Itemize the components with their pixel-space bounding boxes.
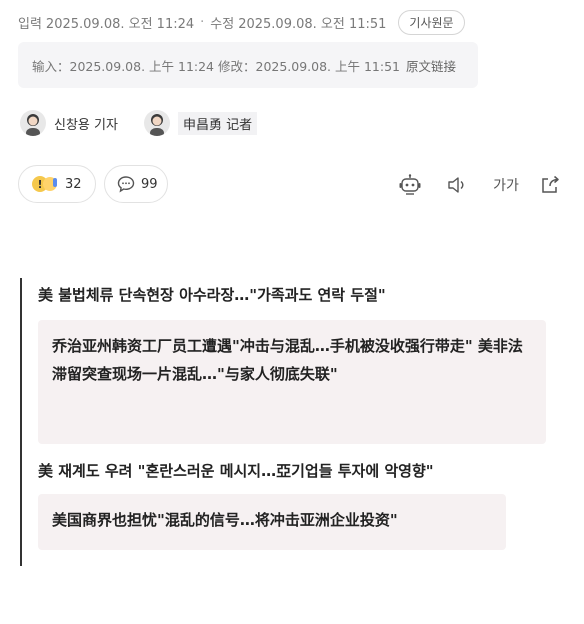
input-date: 2025.09.08. 오전 11:24 (45, 17, 195, 32)
reporter-avatar (20, 110, 46, 136)
comment-count: 99 (141, 176, 158, 192)
reporter-cn[interactable]: 申昌勇 记者 (144, 110, 258, 136)
reaction-icon: ! (31, 173, 59, 195)
modified-label: 수정 (210, 17, 235, 32)
speaker-icon[interactable] (443, 173, 471, 197)
comment-icon (117, 175, 135, 193)
translated-meta-text: 输入：2025.09.08. 上午 11:24 修改：2025.09.08. 上… (32, 58, 400, 74)
reporter-name: 신창용 기자 (54, 117, 118, 133)
font-size-icon[interactable]: 가가 (490, 173, 522, 197)
robot-icon[interactable] (396, 173, 424, 197)
article-toolbar: ! 32 99 가가 (18, 165, 568, 205)
reaction-count: 32 (65, 176, 82, 192)
reporter-ko[interactable]: 신창용 기자 (20, 110, 118, 136)
input-label: 입력 (18, 17, 42, 32)
original-article-button[interactable]: 기사원문 (398, 10, 465, 35)
related-articles: 美 불법체류 단속현장 아수라장…"가족과도 연락 두절" 乔治亚州韩资工厂员工… (20, 278, 552, 566)
article-meta: 입력 2025.09.08. 오전 11:24 · 수정 2025.09.08.… (18, 10, 465, 35)
comment-button[interactable]: 99 (104, 165, 168, 203)
translated-meta-box: 输入：2025.09.08. 上午 11:24 修改：2025.09.08. 上… (18, 42, 478, 88)
svg-text:!: ! (37, 178, 42, 191)
share-icon[interactable] (536, 173, 564, 197)
related-title[interactable]: 美 재계도 우려 "혼란스러운 메시지…亞기업들 투자에 악영향" (38, 460, 434, 481)
modified-date: 2025.09.08. 오전 11:51 (238, 17, 387, 32)
reaction-button[interactable]: ! 32 (18, 165, 96, 203)
reporter-avatar (144, 110, 170, 136)
font-size-label: 가가 (493, 178, 519, 194)
separator: · (200, 15, 205, 30)
related-translation[interactable]: 乔治亚州韩资工厂员工遭遇"冲击与混乱…手机被没收强行带走" 美非法滞留突查现场一… (38, 320, 546, 444)
related-title[interactable]: 美 불법체류 단속현장 아수라장…"가족과도 연락 두절" (38, 284, 386, 305)
original-link[interactable]: 原文链接 (406, 56, 456, 75)
related-translation[interactable]: 美国商界也担忧"混乱的信号…将冲击亚洲企业投资" (38, 494, 506, 550)
reporter-name: 申昌勇 记者 (178, 111, 258, 135)
